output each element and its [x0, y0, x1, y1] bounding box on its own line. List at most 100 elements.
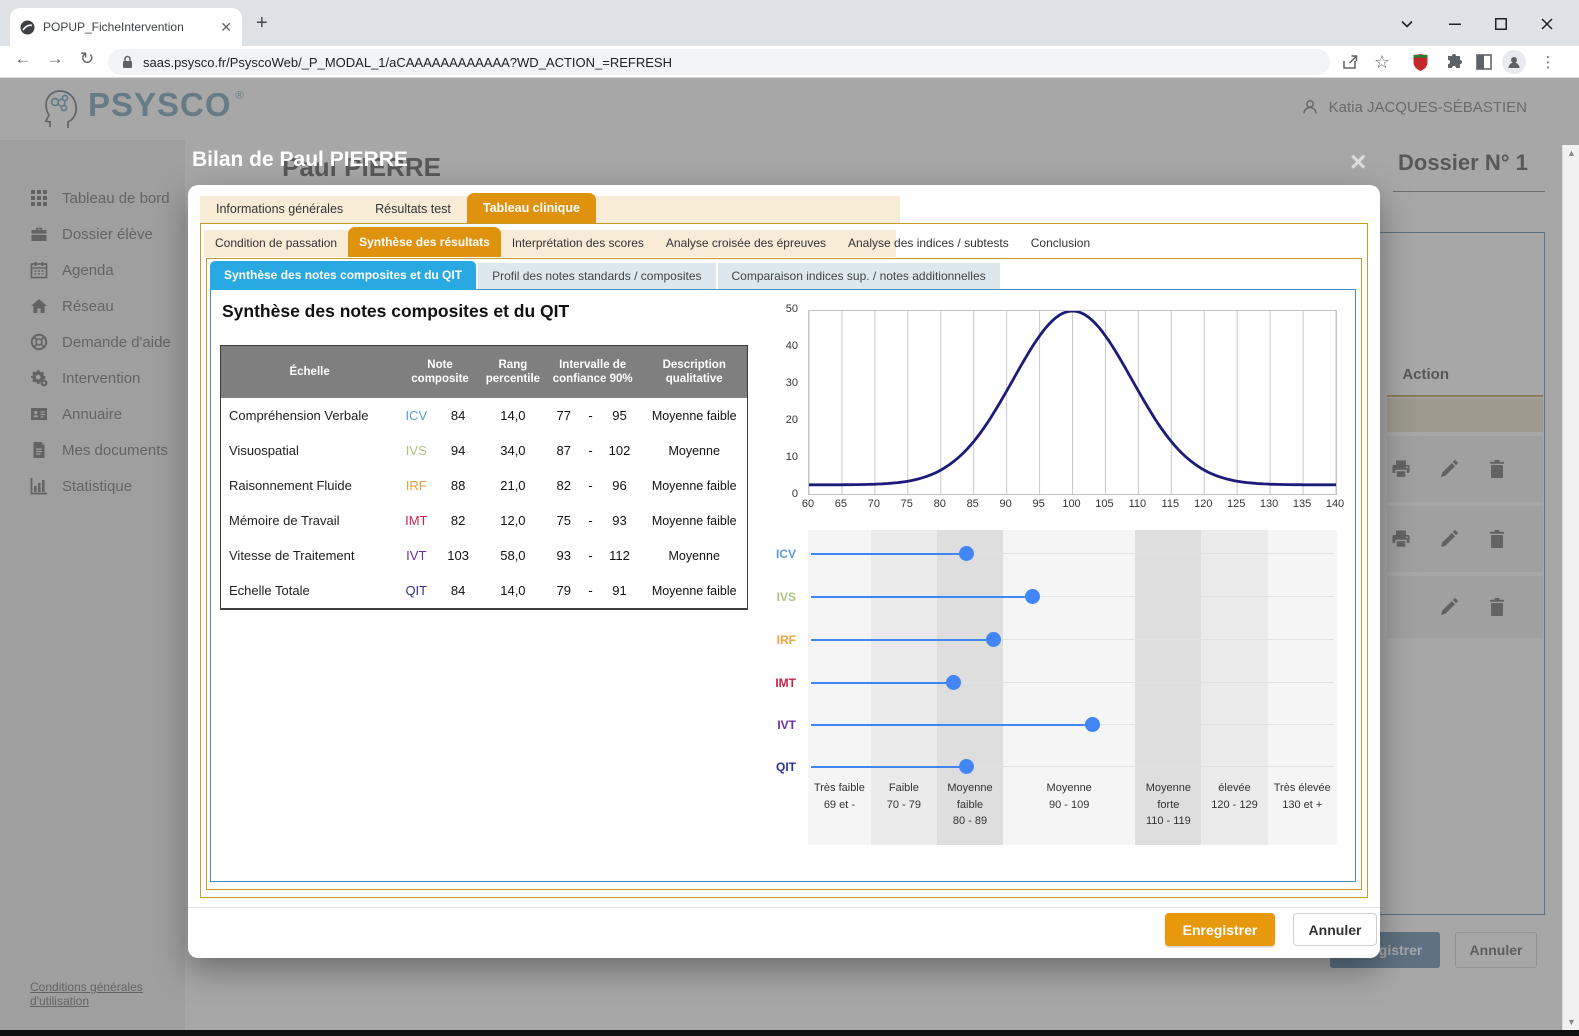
x-tick-label: 115: [1161, 498, 1180, 510]
window-close-icon[interactable]: [1532, 12, 1562, 36]
tab-informations-generales[interactable]: Informations générales: [200, 196, 359, 223]
adblock-shield-icon[interactable]: [1408, 50, 1432, 74]
ci-high: 96: [612, 478, 627, 493]
tab-profil-notes-standards[interactable]: Profil des notes standards / composites: [478, 263, 716, 290]
window-menu-chevron-icon[interactable]: [1392, 12, 1422, 36]
y-tick-label: 0: [791, 488, 798, 500]
reload-icon[interactable]: ↻: [74, 49, 100, 69]
window-bottom-edge: [0, 1030, 1579, 1036]
page-scrollbar[interactable]: ▲ ▼: [1562, 145, 1579, 1030]
ci-high: 93: [612, 513, 627, 528]
note-composite: 88: [450, 478, 466, 493]
back-icon[interactable]: ←: [10, 49, 36, 69]
scroll-down-icon[interactable]: ▼: [1563, 1014, 1579, 1030]
band-label: Moyenne faible 80 - 89: [947, 782, 993, 827]
col-header-rang-percentile: Rang percentile: [485, 358, 541, 385]
scale-code: IVT: [406, 548, 427, 563]
new-tab-button[interactable]: +: [256, 12, 268, 35]
score-table-header: Échelle Note composite Rang percentile I…: [221, 346, 747, 398]
scale-code: QIT: [405, 583, 428, 598]
tab-tableau-clinique[interactable]: Tableau clinique: [466, 193, 596, 223]
rang-percentile: 34,0: [500, 443, 526, 458]
qualitative-description: Moyenne: [668, 548, 720, 563]
score-bands: Très faible 69 et - Faible 70 - 79 Moyenne f…: [808, 530, 1337, 845]
tab-analyse-croisee[interactable]: Analyse croisée des épreuves: [655, 230, 837, 257]
x-tick-label: 135: [1292, 498, 1312, 510]
bookmark-star-icon[interactable]: ☆: [1370, 50, 1394, 74]
scale-code: IMT: [405, 513, 428, 528]
ci-separator: -: [588, 408, 593, 423]
composite-profile-dotplot: Très faible 69 et - Faible 70 - 79 Moyenne f…: [775, 530, 1337, 845]
save-button[interactable]: Enregistrer: [1165, 913, 1275, 946]
dot-value-line: [811, 724, 1093, 726]
cancel-button[interactable]: Annuler: [1293, 913, 1377, 946]
tabs-level1: Informations générales Résultats test Ta…: [200, 193, 900, 223]
x-tick-label: 140: [1325, 498, 1345, 510]
ci-separator: -: [588, 513, 593, 528]
x-tick-label: 100: [1062, 498, 1081, 510]
profile-avatar-icon[interactable]: [1502, 50, 1526, 74]
tab-synthese-notes-composites[interactable]: Synthèse des notes composites et du QIT: [210, 261, 477, 290]
table-row: Echelle Totale QIT 84 14,0 79 - 91 Moyen…: [221, 573, 747, 608]
ci-high: 112: [609, 548, 630, 563]
x-tick-label: 130: [1259, 498, 1279, 510]
tab-close-icon[interactable]: ✕: [220, 19, 232, 36]
modal-title: Bilan de Paul PIERRE: [192, 148, 408, 171]
tab-comparaison-indices[interactable]: Comparaison indices sup. / notes additio…: [717, 263, 1000, 290]
kebab-menu-icon[interactable]: ⋮: [1536, 50, 1560, 74]
dot-row-label: QIT: [776, 760, 796, 774]
reading-mode-icon[interactable]: [1472, 50, 1496, 74]
tab-interpretation-des-scores[interactable]: Interprétation des scores: [501, 230, 655, 257]
scale-name: Compréhension Verbale: [229, 408, 369, 423]
x-tick-label: 70: [867, 498, 881, 510]
x-tick-label: 75: [900, 498, 913, 510]
bell-curve-y-axis: 0 10 20 30 40 50: [770, 303, 802, 503]
x-tick-label: 105: [1095, 498, 1114, 510]
x-tick-label: 85: [966, 498, 979, 510]
browser-titlebar: POPUP_FicheIntervention ✕ +: [0, 0, 1579, 46]
qualitative-description: Moyenne faible: [651, 583, 737, 598]
y-tick-label: 20: [785, 414, 798, 426]
ci-separator: -: [588, 548, 593, 563]
modal-close-icon[interactable]: ×: [1350, 148, 1366, 176]
ci-high: 95: [612, 408, 627, 423]
note-composite: 84: [450, 583, 466, 598]
score-band-moyenne: Moyenne 90 - 109: [1003, 530, 1136, 845]
scale-name: Echelle Totale: [229, 583, 310, 598]
dot-row-label: IRF: [776, 633, 796, 647]
extensions-puzzle-icon[interactable]: [1442, 50, 1466, 74]
scroll-up-icon[interactable]: ▲: [1563, 145, 1579, 161]
bell-curve-chart: [808, 309, 1337, 495]
qualitative-description: Moyenne: [668, 443, 720, 458]
band-label: Moyenne 90 - 109: [1046, 782, 1092, 811]
table-row: Mémoire de Travail IMT 82 12,0 75 - 93 M…: [221, 503, 747, 538]
dot-row-label: IVT: [777, 718, 796, 732]
ci-low: 82: [556, 478, 571, 493]
dot-value-line: [811, 596, 1033, 598]
col-header-note-composite: Note composite: [411, 358, 469, 385]
dot-row-label: IVS: [776, 590, 796, 604]
share-icon[interactable]: [1338, 50, 1362, 74]
tab-condition-de-passation[interactable]: Condition de passation: [204, 230, 348, 257]
ci-separator: -: [588, 443, 593, 458]
scale-name: Raisonnement Fluide: [229, 478, 352, 493]
x-tick-label: 65: [834, 498, 848, 510]
tab-resultats-test[interactable]: Résultats test: [359, 196, 467, 223]
window-maximize-icon[interactable]: [1486, 12, 1516, 36]
note-composite: 94: [450, 443, 466, 458]
rang-percentile: 21,0: [500, 478, 526, 493]
url-bar[interactable]: saas.psysco.fr/PsyscoWeb/_P_MODAL_1/aCAA…: [108, 49, 1330, 75]
note-composite: 103: [447, 548, 469, 563]
browser-tab[interactable]: POPUP_FicheIntervention ✕: [10, 8, 242, 46]
forward-icon[interactable]: →: [42, 49, 68, 69]
dot-marker: [945, 675, 961, 690]
rang-percentile: 14,0: [500, 583, 526, 598]
tab-conclusion[interactable]: Conclusion: [1020, 230, 1101, 257]
window-minimize-icon[interactable]: [1440, 12, 1470, 36]
table-row: Raisonnement Fluide IRF 88 21,0 82 - 96 …: [221, 468, 747, 503]
x-tick-label: 110: [1128, 498, 1147, 510]
tab-synthese-des-resultats[interactable]: Synthèse des résultats: [348, 227, 501, 257]
table-row: Visuospatial IVS 94 34,0 87 - 102 Moyenn…: [221, 433, 747, 468]
tab-analyse-indices-subtests[interactable]: Analyse des indices / subtests: [837, 230, 1020, 257]
ci-separator: -: [588, 478, 593, 493]
